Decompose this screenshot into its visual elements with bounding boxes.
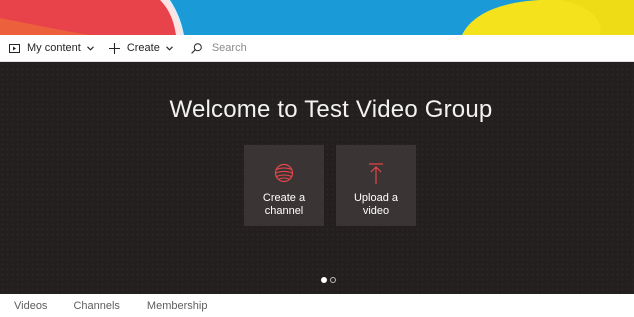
- welcome-hero: Welcome to Test Video Group Create a cha…: [0, 62, 634, 294]
- hero-title: Welcome to Test Video Group: [169, 96, 493, 123]
- chevron-down-icon: [165, 45, 173, 51]
- search-icon[interactable]: [191, 42, 202, 54]
- upload-video-label: Upload a video: [336, 192, 416, 218]
- upload-arrow-icon: [336, 163, 416, 185]
- carousel-dot-1[interactable]: [321, 277, 327, 283]
- upload-video-label-line1: Upload a: [353, 192, 399, 204]
- search-box: [191, 35, 634, 61]
- my-content-menu[interactable]: My content: [9, 35, 94, 61]
- create-channel-label: Create a channel: [244, 192, 324, 218]
- top-toolbar: My content Create: [0, 35, 634, 62]
- tab-videos[interactable]: Videos: [14, 300, 47, 312]
- banner-artwork: [0, 0, 634, 35]
- header-banner: [0, 0, 634, 35]
- carousel-dot-2[interactable]: [330, 277, 336, 283]
- tab-membership[interactable]: Membership: [147, 300, 208, 312]
- create-label: Create: [126, 42, 160, 54]
- my-content-label: My content: [27, 42, 81, 54]
- search-input[interactable]: [211, 42, 512, 54]
- create-channel-tile[interactable]: Create a channel: [244, 145, 324, 226]
- video-content-icon: [9, 43, 20, 53]
- create-menu[interactable]: Create: [108, 35, 173, 61]
- upload-video-label-line2: video: [362, 205, 390, 217]
- create-channel-label-line2: channel: [264, 205, 304, 217]
- group-tabs: Videos Channels Membership: [0, 294, 634, 317]
- plus-icon: [108, 42, 120, 54]
- tab-channels[interactable]: Channels: [73, 300, 119, 312]
- carousel-indicators: [321, 277, 336, 283]
- create-channel-label-line1: Create a: [262, 192, 306, 204]
- upload-video-tile[interactable]: Upload a video: [336, 145, 416, 226]
- globe-icon: [244, 163, 324, 183]
- chevron-down-icon: [86, 45, 94, 51]
